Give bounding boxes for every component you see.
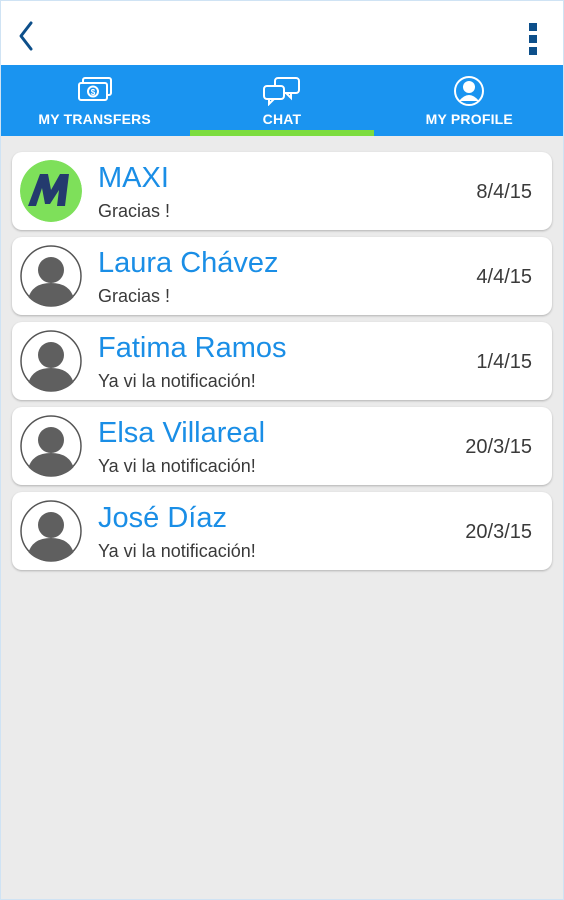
maxi-logo-avatar — [20, 160, 82, 222]
contact-name: MAXI — [98, 162, 169, 194]
avatar — [20, 245, 82, 307]
chat-item-maxi[interactable]: MAXI Gracias ! 8/4/15 — [12, 152, 552, 230]
svg-text:$: $ — [90, 88, 95, 97]
tab-my-profile[interactable]: MY PROFILE — [376, 65, 563, 136]
contact-name: José Díaz — [98, 502, 227, 534]
contact-name: Elsa Villareal — [98, 417, 266, 449]
chevron-left-icon — [19, 21, 33, 51]
last-message: Ya vi la notificación! — [98, 541, 256, 561]
message-date: 8/4/15 — [476, 181, 532, 203]
tab-label: MY TRANSFERS — [38, 111, 151, 127]
last-message: Gracias ! — [98, 201, 171, 221]
top-app-bar — [1, 1, 563, 65]
avatar — [20, 500, 82, 562]
message-date: 4/4/15 — [476, 266, 532, 288]
chat-list: MAXI Gracias ! 8/4/15 Laura Chávez Graci… — [12, 152, 552, 577]
tab-chat[interactable]: CHAT — [188, 65, 375, 136]
message-date: 20/3/15 — [465, 521, 532, 543]
tab-my-transfers[interactable]: $ MY TRANSFERS — [1, 65, 188, 136]
overflow-menu-button[interactable] — [525, 23, 541, 63]
last-message: Ya vi la notificación! — [98, 456, 256, 476]
chat-item-jose-diaz[interactable]: José Díaz Ya vi la notificación! 20/3/15 — [12, 492, 552, 570]
message-date: 20/3/15 — [465, 436, 532, 458]
last-message: Ya vi la notificación! — [98, 371, 256, 391]
money-transfer-icon: $ — [77, 77, 112, 101]
default-user-avatar-icon — [20, 330, 82, 392]
last-message: Gracias ! — [98, 286, 171, 306]
avatar — [20, 415, 82, 477]
message-date: 1/4/15 — [476, 351, 532, 373]
avatar — [20, 330, 82, 392]
back-button[interactable] — [11, 19, 41, 53]
contact-name: Fatima Ramos — [98, 332, 287, 364]
chat-item-laura-chavez[interactable]: Laura Chávez Gracias ! 4/4/15 — [12, 237, 552, 315]
tab-label: MY PROFILE — [425, 111, 513, 127]
overflow-menu-icon — [529, 23, 537, 31]
default-user-avatar-icon — [20, 245, 82, 307]
chat-item-elsa-villareal[interactable]: Elsa Villareal Ya vi la notificación! 20… — [12, 407, 552, 485]
contact-name: Laura Chávez — [98, 247, 279, 279]
user-profile-icon — [454, 76, 485, 106]
chat-bubbles-icon — [262, 77, 300, 106]
maxi-logo-icon — [20, 160, 82, 222]
default-user-avatar-icon — [20, 415, 82, 477]
default-user-avatar-icon — [20, 500, 82, 562]
chat-item-fatima-ramos[interactable]: Fatima Ramos Ya vi la notificación! 1/4/… — [12, 322, 552, 400]
tab-label: CHAT — [262, 111, 302, 127]
tab-bar: $ MY TRANSFERS CHAT MY PROFILE — [1, 65, 563, 136]
